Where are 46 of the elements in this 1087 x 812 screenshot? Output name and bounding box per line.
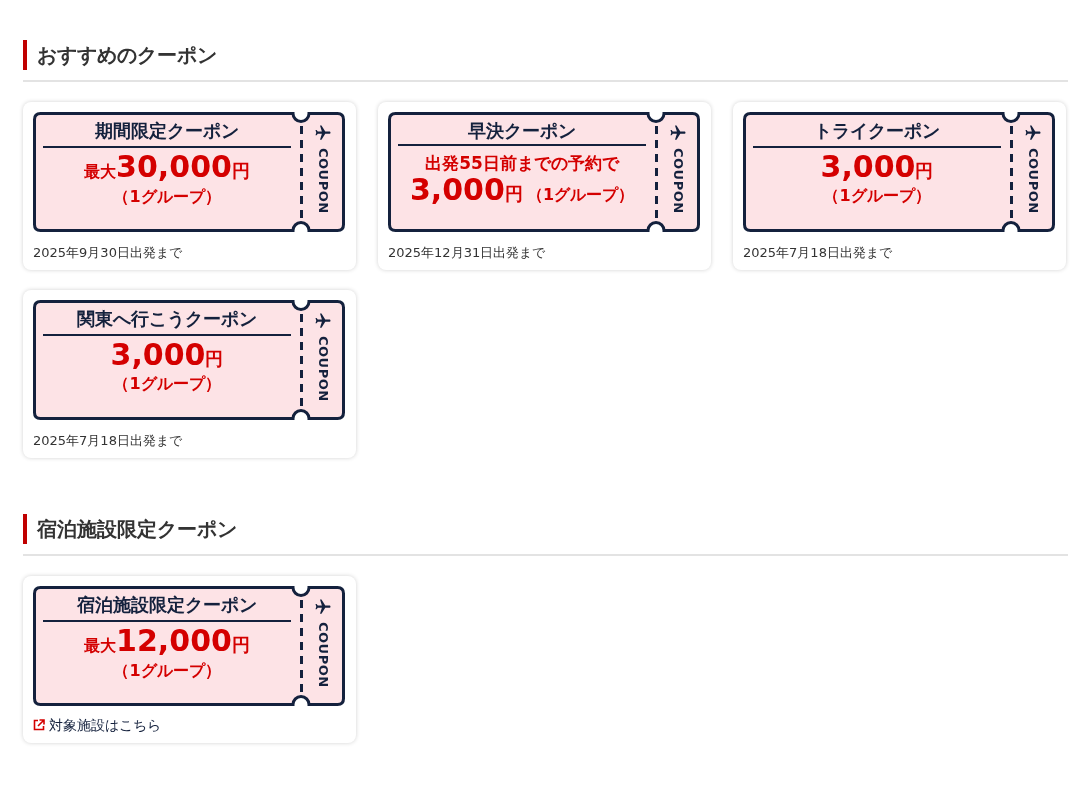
departure-deadline: 2025年7月18日出発まで bbox=[33, 432, 183, 450]
departure-deadline: 2025年12月31日出発まで bbox=[388, 244, 547, 262]
coupon-stub-label: COUPON bbox=[315, 336, 331, 402]
coupon-title: 宿泊施設限定クーポン bbox=[43, 594, 291, 622]
coupon-title: トライクーポン bbox=[753, 120, 1001, 148]
coupon-card[interactable]: 関東へ行こうクーポン 3,000円 （1グループ） COUPON 2025年7月18日出発まで bbox=[23, 290, 356, 458]
coupon-card[interactable]: 期間限定クーポン 最大30,000円 （1グループ） COUPON 2025年9月30日出発まで bbox=[23, 102, 356, 270]
group-label: （1グループ） bbox=[526, 185, 634, 205]
discount-amount: 12,000 bbox=[116, 626, 232, 656]
coupon-stub-label: COUPON bbox=[315, 148, 331, 214]
coupon-card[interactable]: 早決クーポン 出発55日前までの予約で 3,000円 （1グループ） COUPON 2025年12月31日出発まで bbox=[378, 102, 711, 270]
yen-unit: 円 bbox=[231, 633, 250, 657]
section-heading: おすすめのクーポン bbox=[23, 40, 1068, 70]
coupon-card[interactable]: トライクーポン 3,000円 （1グループ） COUPON 2025年7月18日出発まで bbox=[733, 102, 1066, 270]
discount-amount: 3,000 bbox=[110, 340, 206, 370]
coupon-stub-label: COUPON bbox=[670, 148, 686, 214]
yen-unit: 円 bbox=[205, 347, 224, 371]
airplane-icon bbox=[669, 124, 687, 142]
airplane-icon bbox=[1024, 124, 1042, 142]
facilities-link[interactable]: 対象施設はこちら bbox=[33, 716, 161, 734]
departure-deadline: 2025年7月18日出発まで bbox=[743, 244, 893, 262]
coupon-stub-label: COUPON bbox=[1025, 148, 1041, 214]
group-label: （1グループ） bbox=[113, 187, 221, 207]
group-label: （1グループ） bbox=[113, 661, 221, 681]
max-label: 最大 bbox=[84, 162, 117, 183]
coupon-title: 早決クーポン bbox=[398, 120, 646, 146]
section-heading: 宿泊施設限定クーポン bbox=[23, 514, 1068, 544]
yen-unit: 円 bbox=[504, 182, 523, 206]
coupon-title: 期間限定クーポン bbox=[43, 120, 291, 148]
yen-unit: 円 bbox=[915, 159, 934, 183]
yen-unit: 円 bbox=[231, 159, 250, 183]
coupon-stub-label: COUPON bbox=[315, 622, 331, 688]
group-label: （1グループ） bbox=[823, 186, 931, 206]
coupon-title: 関東へ行こうクーポン bbox=[43, 308, 291, 336]
external-link-icon bbox=[33, 719, 45, 731]
coupon-card[interactable]: 宿泊施設限定クーポン 最大12,000円 （1グループ） COUPON 対象施設はこちら bbox=[23, 576, 356, 743]
departure-deadline: 2025年9月30日出発まで bbox=[33, 244, 183, 262]
max-label: 最大 bbox=[84, 636, 117, 657]
airplane-icon bbox=[314, 124, 332, 142]
discount-amount: 3,000 bbox=[409, 174, 505, 206]
discount-amount: 3,000 bbox=[820, 152, 916, 182]
group-label: （1グループ） bbox=[113, 374, 221, 394]
condition-text: 出発55日前までの予約で bbox=[425, 152, 619, 174]
discount-amount: 30,000 bbox=[116, 152, 232, 182]
airplane-icon bbox=[314, 312, 332, 330]
airplane-icon bbox=[314, 598, 332, 616]
